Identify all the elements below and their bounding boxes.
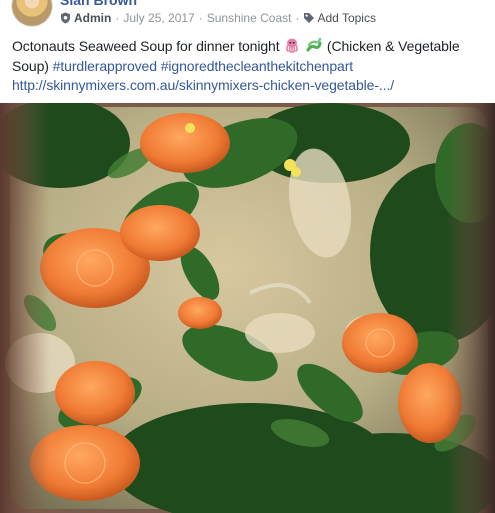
octopus-emoji	[286, 38, 299, 53]
recipe-link[interactable]: http://skinnymixers.com.au/skinnymixers-…	[12, 77, 394, 93]
hashtag-link[interactable]: #turdlerapproved	[53, 58, 157, 74]
post-photo[interactable]	[0, 103, 495, 513]
admin-label: Admin	[74, 11, 112, 25]
add-topics-label: Add Topics	[317, 11, 376, 25]
author-avatar[interactable]	[12, 0, 52, 26]
post-location[interactable]: Sunshine Coast	[207, 11, 292, 25]
message-line-2: Soup) #turdlerapproved #ignoredthecleant…	[12, 57, 487, 77]
meta-separator: ·	[295, 11, 300, 25]
author-name[interactable]: Sian Brown	[60, 0, 137, 8]
message-line-3: http://skinnymixers.com.au/skinnymixers-…	[12, 76, 487, 96]
hashtag-link[interactable]: #ignoredthecleanthekitchenpart	[161, 58, 353, 74]
message-text: (Chicken & Vegetable	[326, 38, 460, 54]
add-topics-button[interactable]: Add Topics	[303, 11, 376, 25]
seaweed-emoji	[306, 37, 322, 52]
shield-icon	[61, 12, 70, 24]
soup-photo-image	[0, 103, 495, 513]
post-date[interactable]: July 25, 2017	[123, 11, 194, 25]
post-header: Sian Brown Admin · July 25, 2017 · Sunsh…	[0, 0, 495, 34]
message-text: Soup)	[12, 57, 49, 74]
post-meta: Admin · July 25, 2017 · Sunshine Coast ·…	[60, 11, 376, 25]
meta-separator: ·	[115, 11, 120, 25]
post-message: Octonauts Seaweed Soup for dinner tonigh…	[12, 37, 487, 96]
meta-separator: ·	[198, 11, 203, 25]
tag-icon	[304, 13, 315, 23]
message-line-1: Octonauts Seaweed Soup for dinner tonigh…	[12, 37, 487, 57]
admin-badge: Admin	[60, 11, 111, 25]
facebook-post: Sian Brown Admin · July 25, 2017 · Sunsh…	[0, 0, 495, 513]
message-text: Octonauts Seaweed Soup for dinner tonigh…	[12, 38, 280, 54]
